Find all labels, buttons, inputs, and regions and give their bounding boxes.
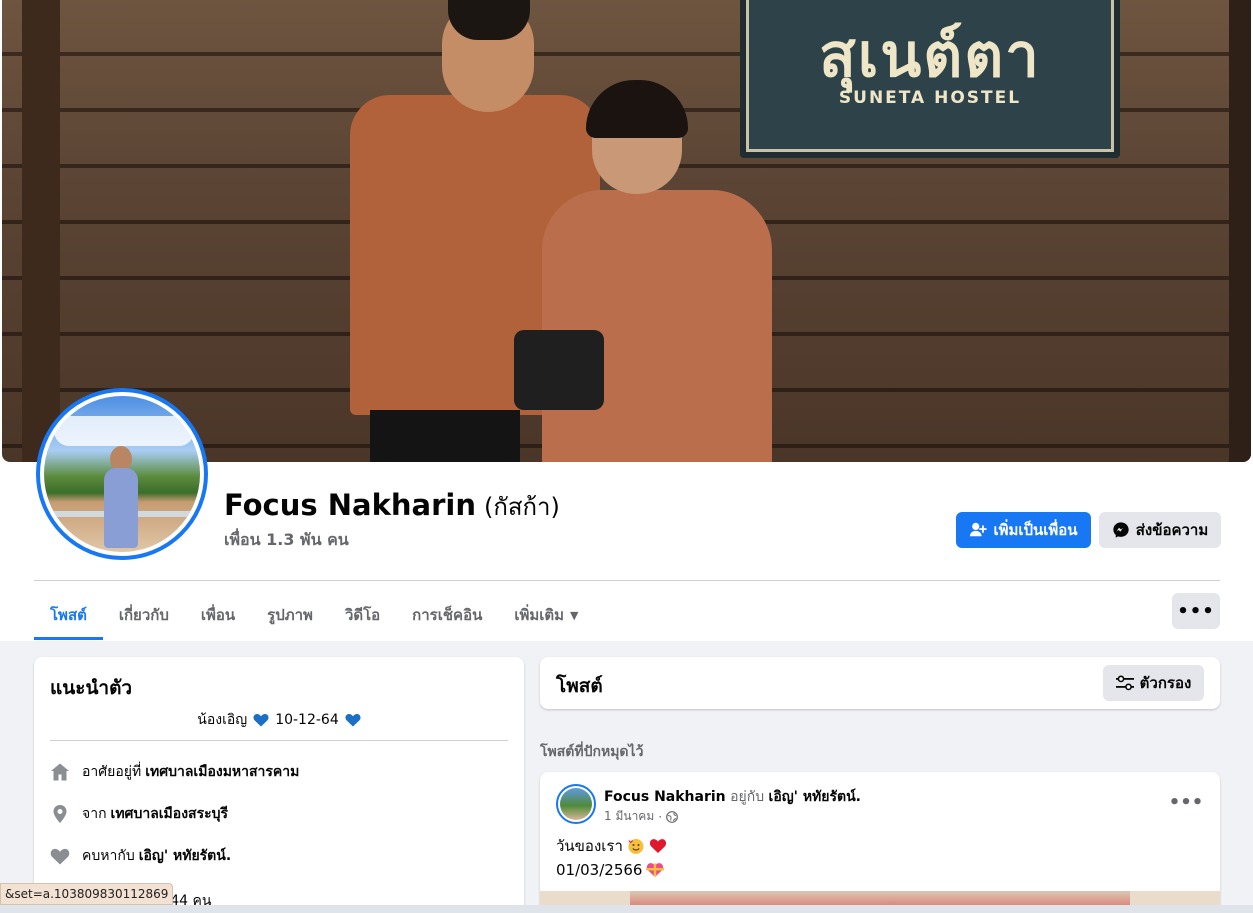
post-tagged-person[interactable]: เอิญ' หทัยรัตน์. xyxy=(769,789,861,805)
send-message-button[interactable]: ส่งข้อความ xyxy=(1099,512,1221,548)
filter-label: ตัวกรอง xyxy=(1139,674,1192,692)
cover-wood-post-right xyxy=(1229,0,1251,462)
profile-header: สุเนต์ตา SUNETA HOSTEL Focus Nakharin (ก… xyxy=(0,0,1253,641)
post-author-name[interactable]: Focus Nakharin xyxy=(604,789,726,805)
post-with-text: อยู่กับ xyxy=(730,789,765,805)
post-text-line2: 01/03/2566 xyxy=(556,861,665,879)
bio-text-part2: 10-12-64 xyxy=(275,712,339,728)
cover-wood-post xyxy=(22,0,60,462)
info-from-prefix: จาก xyxy=(82,806,107,822)
home-icon xyxy=(50,762,70,782)
profile-name-line: Focus Nakharin (กัสก้า) xyxy=(224,487,560,527)
send-message-label: ส่งข้อความ xyxy=(1135,522,1209,539)
avatar-person-body xyxy=(104,468,138,548)
blue-heart-icon xyxy=(253,713,269,727)
tab-friends[interactable]: เพื่อน xyxy=(185,590,251,640)
tab-label: เพื่อน xyxy=(200,606,236,624)
post-meta: 1 มีนาคม · xyxy=(604,807,678,826)
profile-tabs: โพสต์ เกี่ยวกับ เพื่อน รูปภาพ วิดีโอ การ… xyxy=(34,590,594,640)
tab-label: โพสต์ xyxy=(50,606,87,624)
tab-label: เกี่ยวกับ xyxy=(118,606,169,624)
globe-icon xyxy=(666,810,678,823)
info-relationship-value[interactable]: เอิญ' หทัยรัตน์. xyxy=(139,845,231,867)
post-text-line1: วันของเรา xyxy=(556,834,667,858)
info-lives-in: อาศัยอยู่ที่ เทศบาลเมืองมหาสารคาม xyxy=(50,761,299,783)
post-text-line1-text: วันของเรา xyxy=(556,837,623,855)
tab-label: วิดีโอ xyxy=(344,606,381,624)
cover-sign-english-text: SUNETA HOSTEL xyxy=(838,88,1022,108)
tab-label: การเช็คอิน xyxy=(412,606,483,624)
tab-photos[interactable]: รูปภาพ xyxy=(251,590,329,640)
post-author-avatar[interactable] xyxy=(556,784,596,824)
posts-header-card: โพสต์ ตัวกรอง xyxy=(540,657,1220,709)
filter-button[interactable]: ตัวกรอง xyxy=(1103,665,1204,701)
add-friend-label: เพิ่มเป็นเพื่อน xyxy=(993,522,1078,539)
cover-person-woman xyxy=(542,190,772,462)
tab-label: เพิ่มเติม xyxy=(514,606,565,624)
info-relationship-prefix: คบหากับ xyxy=(82,848,135,864)
profile-alternate-name: (กัสก้า) xyxy=(483,493,560,521)
info-from: จาก เทศบาลเมืองสระบุรี xyxy=(50,803,228,825)
info-relationship: คบหากับ เอิญ' หทัยรัตน์. xyxy=(50,845,231,867)
post-author-line: Focus Nakharin อยู่กับ เอิญ' หทัยรัตน์. xyxy=(604,786,861,808)
post-author-avatar-image xyxy=(560,788,592,820)
filter-sliders-icon xyxy=(1115,675,1134,691)
pinned-posts-label: โพสต์ที่ปักหมุดไว้ xyxy=(540,744,644,760)
add-friend-icon xyxy=(970,522,988,537)
tab-check-ins[interactable]: การเช็คอิน xyxy=(396,590,498,640)
status-bar-url: &set=a.103809830112869 xyxy=(0,883,174,905)
cover-person-man-pants xyxy=(370,410,520,462)
red-heart-icon xyxy=(649,839,666,853)
post-date[interactable]: 1 มีนาคม xyxy=(604,807,654,826)
friend-count[interactable]: เพื่อน 1.3 พัน คน xyxy=(224,528,349,553)
messenger-icon xyxy=(1113,522,1129,538)
profile-avatar-image xyxy=(44,396,200,552)
header-divider xyxy=(34,580,1220,581)
window-bottom-edge xyxy=(0,905,1253,913)
caret-down-icon: ▼ xyxy=(570,608,579,622)
pinned-post-card: Focus Nakharin อยู่กับ เอิญ' หทัยรัตน์. … xyxy=(540,772,1220,913)
bio-text-part1: น้องเอิญ xyxy=(197,712,248,728)
intro-divider xyxy=(50,740,508,741)
post-meta-separator: · xyxy=(658,809,663,824)
tab-more[interactable]: เพิ่มเติม ▼ xyxy=(498,590,594,640)
tab-about[interactable]: เกี่ยวกับ xyxy=(103,590,185,640)
intro-card: แนะนำตัว น้องเอิญ 10-12-64 อาศัยอยู่ที่ … xyxy=(34,657,524,913)
profile-name: Focus Nakharin xyxy=(224,488,476,522)
cover-person-man-hair xyxy=(448,0,530,40)
info-lives-in-value[interactable]: เทศบาลเมืองมหาสารคาม xyxy=(145,761,299,783)
tab-videos[interactable]: วิดีโอ xyxy=(329,590,396,640)
posts-title: โพสต์ xyxy=(556,675,603,697)
post-more-options-button[interactable]: ••• xyxy=(1168,790,1204,814)
profile-more-options-button[interactable]: ••• xyxy=(1172,593,1220,629)
cover-hostel-sign: สุเนต์ตา SUNETA HOSTEL xyxy=(740,0,1120,158)
tab-posts[interactable]: โพสต์ xyxy=(34,590,103,640)
tab-label: รูปภาพ xyxy=(267,606,313,624)
cover-handbag xyxy=(514,330,604,410)
profile-avatar[interactable] xyxy=(36,388,208,560)
location-pin-icon xyxy=(50,804,70,824)
smiling-face-with-hearts-icon xyxy=(628,839,644,854)
cover-photo[interactable]: สุเนต์ตา SUNETA HOSTEL xyxy=(2,0,1251,462)
info-from-value[interactable]: เทศบาลเมืองสระบุรี xyxy=(111,803,228,825)
intro-title: แนะนำตัว xyxy=(50,677,133,699)
heart-icon xyxy=(50,846,70,866)
heart-with-ribbon-icon xyxy=(646,863,665,877)
avatar-clouds xyxy=(54,416,194,446)
post-text-line2-text: 01/03/2566 xyxy=(556,861,643,879)
add-friend-button[interactable]: เพิ่มเป็นเพื่อน xyxy=(956,512,1091,548)
info-lives-in-prefix: อาศัยอยู่ที่ xyxy=(82,764,142,780)
blue-heart-icon xyxy=(345,713,361,727)
intro-bio: น้องเอิญ 10-12-64 xyxy=(34,709,524,731)
